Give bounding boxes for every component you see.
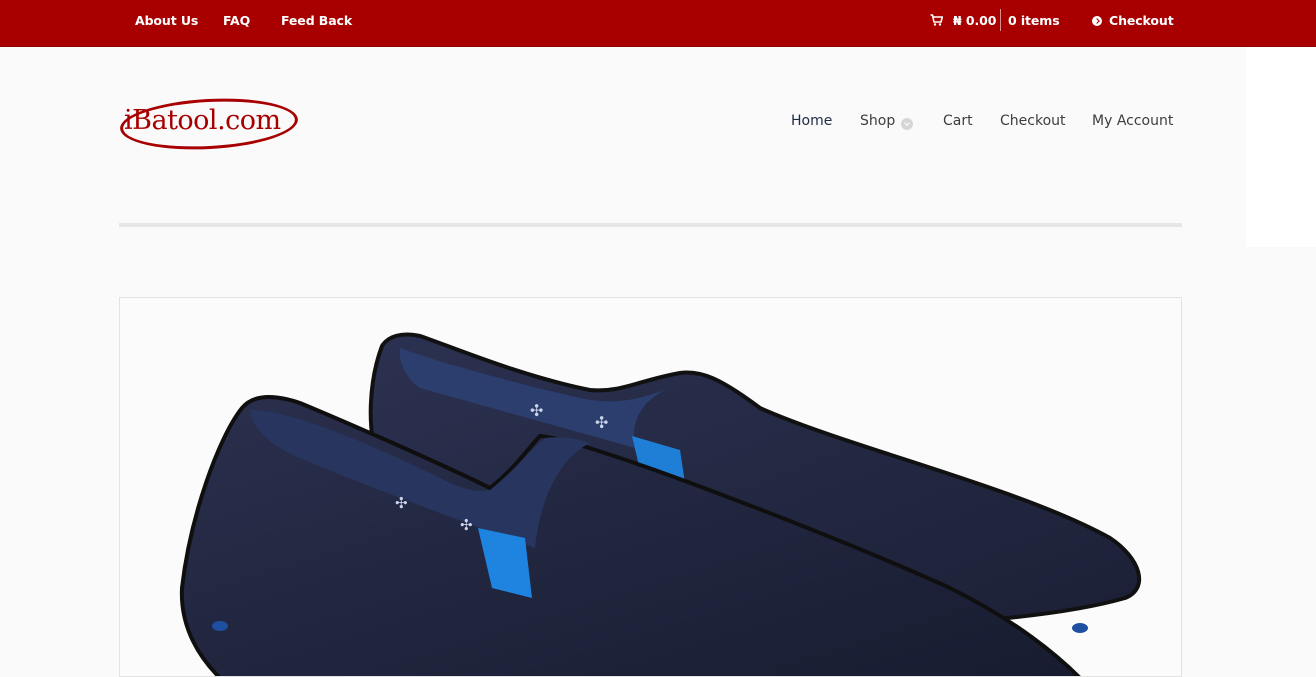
about-us-link[interactable]: About Us	[135, 13, 198, 28]
cart-total[interactable]: ₦ 0.00	[953, 13, 996, 28]
arrow-circle-icon	[1092, 16, 1102, 26]
feedback-link[interactable]: Feed Back	[281, 13, 352, 28]
svg-text:✣: ✣	[595, 413, 608, 432]
top-bar: About Us FAQ Feed Back ₦ 0.00 0 items Ch…	[0, 0, 1316, 47]
header-divider	[119, 223, 1182, 227]
shoes-illustration: ✣ ✣ ✣ ✣	[179, 332, 1142, 676]
site-logo[interactable]: iBatool.com	[118, 94, 303, 154]
side-panel-edge	[1246, 47, 1316, 247]
cart-divider	[1000, 9, 1001, 31]
nav-my-account[interactable]: My Account	[1092, 113, 1173, 129]
svg-text:✣: ✣	[395, 494, 408, 512]
cart-items-count[interactable]: 0 items	[1008, 13, 1060, 28]
chevron-down-icon[interactable]	[901, 118, 913, 130]
logo-text: iBatool.com	[124, 105, 281, 136]
nav-home[interactable]: Home	[791, 113, 832, 129]
top-checkout-link[interactable]: Checkout	[1109, 13, 1174, 28]
product-image[interactable]: ✣ ✣ ✣ ✣	[119, 297, 1182, 677]
svg-text:✣: ✣	[460, 516, 473, 534]
cart-icon[interactable]	[930, 14, 943, 26]
nav-shop[interactable]: Shop	[860, 113, 895, 129]
svg-text:✣: ✣	[530, 401, 543, 420]
nav-checkout[interactable]: Checkout	[1000, 113, 1066, 129]
nav-cart[interactable]: Cart	[943, 113, 973, 129]
faq-link[interactable]: FAQ	[223, 13, 250, 28]
